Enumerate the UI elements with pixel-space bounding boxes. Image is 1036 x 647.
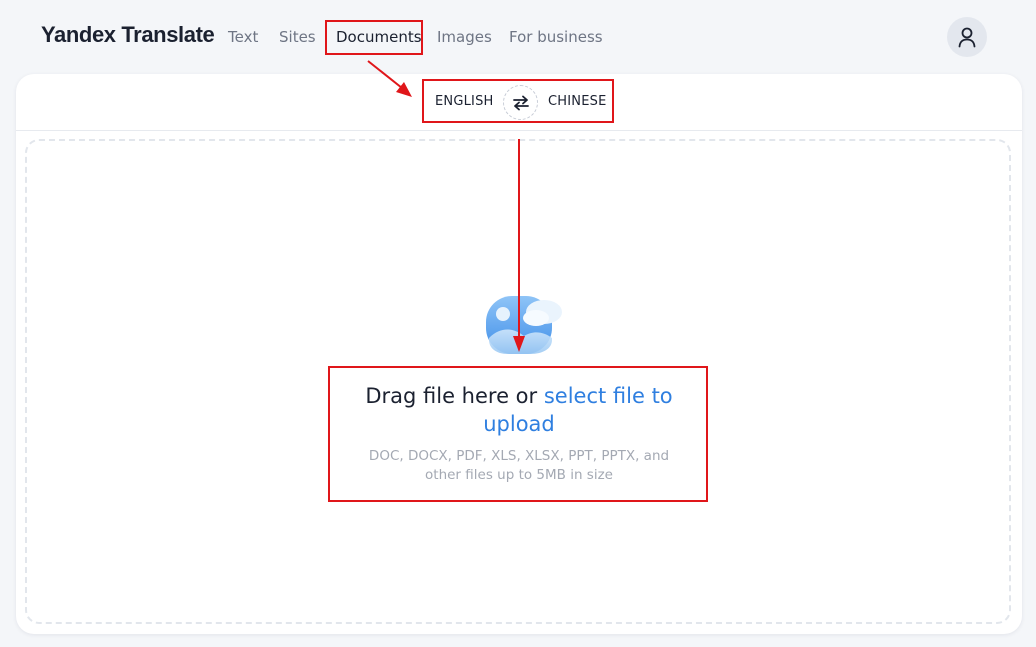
swap-arrows-icon [512,95,529,110]
header: Yandex Translate Text Sites Documents Im… [0,0,1036,74]
dropzone-title: Drag file here or select file to upload [346,382,692,438]
nav-documents[interactable]: Documents [336,28,422,46]
logo[interactable]: Yandex Translate [41,22,215,48]
target-language[interactable]: CHINESE [548,94,607,109]
nav-images[interactable]: Images [437,28,492,46]
swap-languages-button[interactable] [503,85,538,120]
document-translate-card: ENGLISH CHINESE Drag file here or select… [16,74,1022,634]
dropzone-title-text: Drag file here or [365,384,544,408]
source-language[interactable]: ENGLISH [435,94,494,109]
user-icon [958,27,976,48]
nav-sites[interactable]: Sites [279,28,316,46]
profile-button[interactable] [947,17,987,57]
nav-text[interactable]: Text [228,28,258,46]
nav-for-business[interactable]: For business [509,28,603,46]
image-cloud-icon [486,296,562,354]
supported-formats-text: DOC, DOCX, PDF, XLS, XLSX, PPT, PPTX, an… [368,448,670,483]
language-bar: ENGLISH CHINESE [16,74,1022,131]
